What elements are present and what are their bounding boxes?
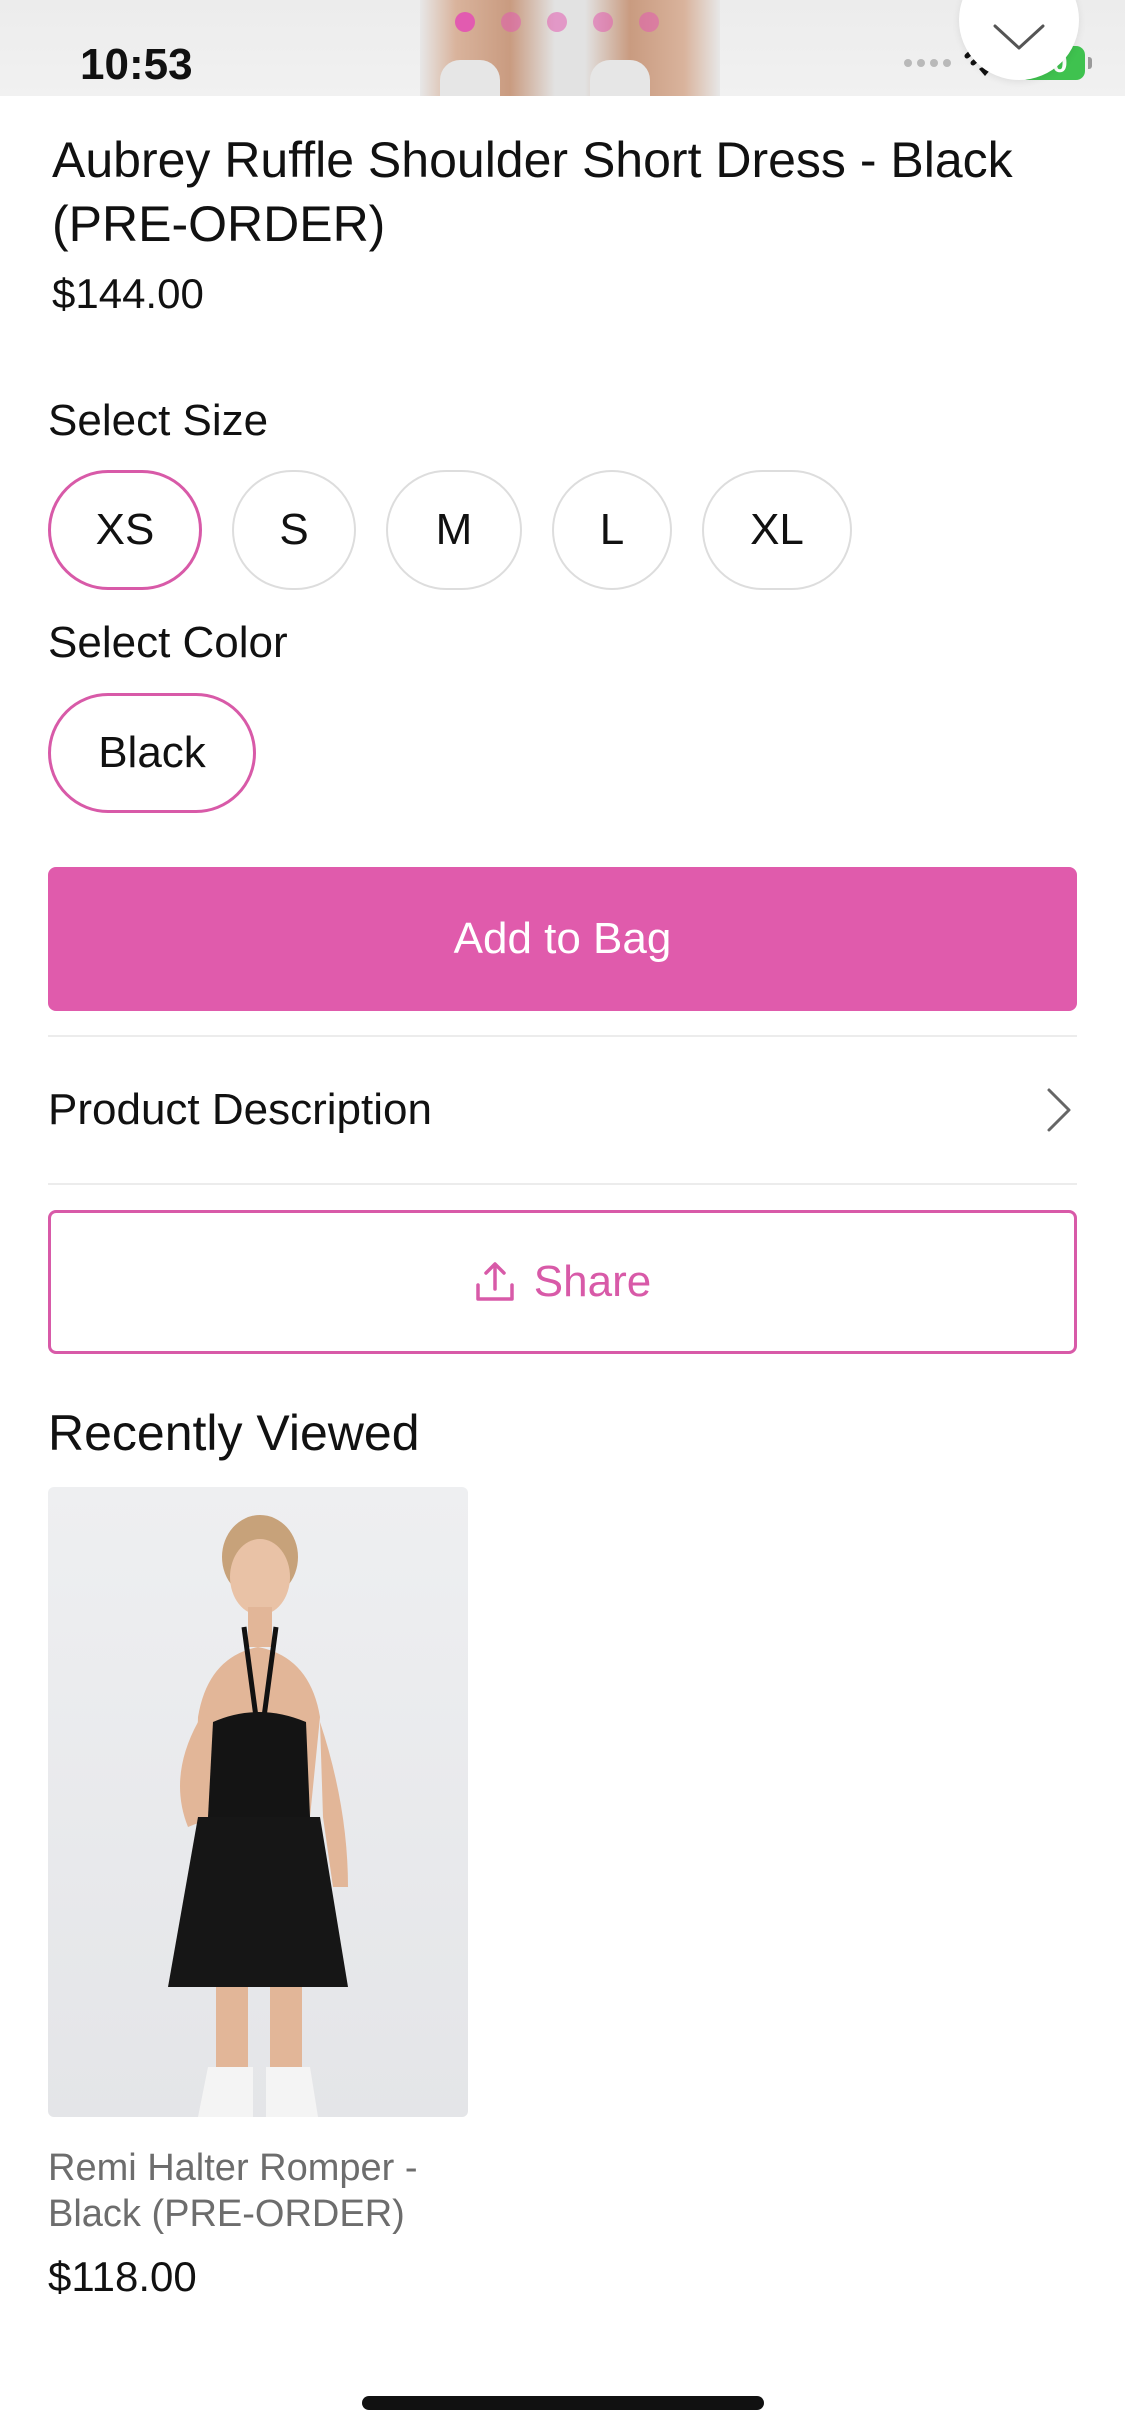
- select-color-label: Select Color: [48, 618, 288, 667]
- size-selector: XS S M L XL: [48, 470, 852, 590]
- product-photo-model: [168, 1515, 348, 2117]
- size-option-m[interactable]: M: [386, 470, 522, 590]
- share-upload-icon: [476, 1262, 514, 1301]
- chevron-right-icon: [1047, 1088, 1071, 1132]
- status-time: 10:53: [80, 40, 193, 89]
- product-thumbnail[interactable]: [48, 1487, 468, 2117]
- pager-dot[interactable]: [593, 12, 613, 32]
- product-title: Aubrey Ruffle Shoulder Short Dress - Bla…: [52, 132, 1013, 252]
- divider: [48, 1183, 1077, 1185]
- size-option-xl[interactable]: XL: [702, 470, 852, 590]
- product-description-row[interactable]: Product Description: [48, 1037, 1077, 1183]
- add-to-bag-button[interactable]: Add to Bag: [48, 867, 1077, 1011]
- product-card-price: $118.00: [48, 2253, 197, 2300]
- size-option-xs[interactable]: XS: [48, 470, 202, 590]
- product-card-name: Remi Halter Romper - Black (PRE-ORDER): [48, 2147, 418, 2235]
- product-description-label: Product Description: [48, 1085, 432, 1134]
- pager-dot[interactable]: [501, 12, 521, 32]
- recently-viewed-item[interactable]: Remi Halter Romper - Black (PRE-ORDER) $…: [48, 1487, 468, 2301]
- select-size-label: Select Size: [48, 396, 269, 445]
- size-option-s[interactable]: S: [232, 470, 356, 590]
- size-option-l[interactable]: L: [552, 470, 672, 590]
- product-price: $144.00: [52, 270, 204, 317]
- home-indicator[interactable]: [362, 2396, 764, 2410]
- pager-dot[interactable]: [639, 12, 659, 32]
- share-button[interactable]: Share: [48, 1210, 1077, 1354]
- cellular-signal-icon: [904, 59, 951, 67]
- recently-viewed-title: Recently Viewed: [48, 1405, 420, 1461]
- share-label: Share: [533, 1257, 652, 1306]
- heart-outline-icon: [993, 24, 1045, 50]
- pager-dot[interactable]: [455, 12, 475, 32]
- pager-dot[interactable]: [547, 12, 567, 32]
- gallery-pager: [455, 12, 659, 32]
- color-option-black[interactable]: Black: [48, 693, 256, 813]
- gallery-shoe-left: [440, 60, 500, 96]
- color-selector: Black: [48, 693, 256, 813]
- gallery-shoe-right: [590, 60, 650, 96]
